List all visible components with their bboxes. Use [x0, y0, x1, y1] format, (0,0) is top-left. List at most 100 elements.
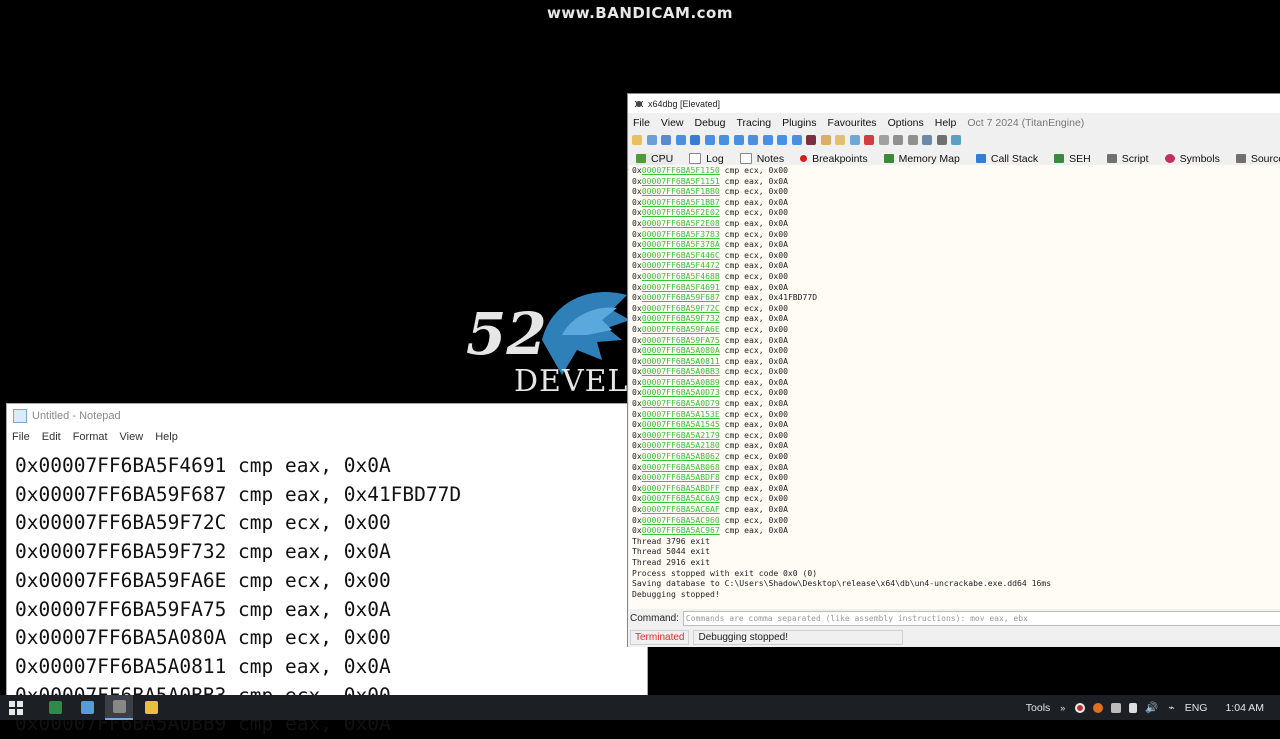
pencil-icon[interactable]: [820, 134, 831, 145]
trace-into-icon[interactable]: [733, 134, 744, 145]
tab-notes[interactable]: Notes: [739, 153, 784, 165]
execute-till-return-icon[interactable]: [762, 134, 773, 145]
tab-symbols[interactable]: Symbols: [1164, 153, 1220, 165]
dbg-menu-file[interactable]: File: [633, 117, 650, 129]
language-indicator[interactable]: ENG: [1185, 702, 1208, 714]
log-address-link[interactable]: 00007FF6BA5F1BB0: [642, 186, 720, 196]
run-icon[interactable]: [675, 134, 686, 145]
taskbar-app-x64dbg[interactable]: [105, 695, 133, 720]
taskbar-app-notepad[interactable]: [73, 695, 101, 720]
tab-memory-map[interactable]: Memory Map: [883, 153, 960, 165]
log-address-link[interactable]: 00007FF6BA5A2180: [642, 440, 720, 450]
x64dbg-title-bar[interactable]: x64dbg [Elevated]: [628, 94, 1280, 113]
tab-log[interactable]: Log: [689, 153, 724, 165]
strings-icon[interactable]: [907, 134, 918, 145]
hash-icon[interactable]: [893, 134, 903, 145]
log-address-link[interactable]: 00007FF6BA5F1150: [642, 165, 720, 175]
stop-icon[interactable]: [661, 134, 671, 145]
network-icon[interactable]: ⌁: [1168, 702, 1174, 714]
log-address-link[interactable]: 00007FF6BA59F732: [642, 313, 720, 323]
battery-icon[interactable]: [1129, 702, 1138, 713]
chevron-right-icon[interactable]: »: [1060, 703, 1065, 713]
log-address-link[interactable]: 00007FF6BA5ABDFF: [642, 483, 720, 493]
run-to-selection-icon[interactable]: [791, 134, 802, 145]
log-address-link[interactable]: 00007FF6BA5A0D73: [642, 387, 720, 397]
log-address-link[interactable]: 00007FF6BA5F4472: [642, 260, 720, 270]
notepad-menu-format[interactable]: Format: [73, 431, 108, 443]
dbg-menu-help[interactable]: Help: [935, 117, 957, 129]
dbg-menu-plugins[interactable]: Plugins: [782, 117, 816, 129]
log-address-link[interactable]: 00007FF6BA5F468B: [642, 271, 720, 281]
usb-icon[interactable]: [1111, 702, 1122, 713]
tab-seh[interactable]: SEH: [1054, 153, 1091, 165]
log-address-link[interactable]: 00007FF6BA5F2E02: [642, 207, 720, 217]
log-address-link[interactable]: 00007FF6BA5A0811: [642, 356, 720, 366]
log-address-link[interactable]: 00007FF6BA5AC6A9: [642, 493, 720, 503]
log-address-link[interactable]: 00007FF6BA59F687: [642, 292, 720, 302]
log-address-link[interactable]: 00007FF6BA5F446C: [642, 250, 720, 260]
log-address-link[interactable]: 00007FF6BA5F4691: [642, 282, 720, 292]
log-address-link[interactable]: 00007FF6BA5A0BB3: [642, 366, 720, 376]
log-address-link[interactable]: 00007FF6BA5AC6AF: [642, 504, 720, 514]
notepad-menu-help[interactable]: Help: [155, 431, 178, 443]
volume-icon[interactable]: 🔊: [1145, 701, 1158, 714]
log-address-link[interactable]: 00007FF6BA5A2179: [642, 430, 720, 440]
notepad-menu-file[interactable]: File: [12, 431, 30, 443]
log-address-link[interactable]: 00007FF6BA5AB062: [642, 451, 720, 461]
memory-icon[interactable]: [806, 134, 816, 145]
step-over-icon[interactable]: [719, 134, 729, 145]
patch-icon[interactable]: [922, 134, 932, 145]
notepad-menu-view[interactable]: View: [120, 431, 144, 443]
windows-start-icon[interactable]: [9, 700, 23, 715]
tab-script[interactable]: Script: [1106, 153, 1149, 165]
bookmark-icon[interactable]: [864, 134, 874, 145]
tab-cpu[interactable]: CPU: [636, 152, 674, 165]
function-icon[interactable]: [878, 134, 889, 145]
log-address-link[interactable]: 00007FF6BA5AB068: [642, 462, 720, 472]
x64dbg-window[interactable]: x64dbg [Elevated] File View Debug Tracin…: [627, 93, 1280, 647]
clock[interactable]: 1:04 AM: [1225, 702, 1264, 714]
log-address-link[interactable]: 00007FF6BA5A153E: [642, 409, 720, 419]
log-address-link[interactable]: 00007FF6BA5F3783: [642, 229, 720, 239]
globe-icon[interactable]: [951, 134, 961, 145]
log-address-link[interactable]: 00007FF6BA5AC960: [642, 515, 720, 525]
log-address-link[interactable]: 00007FF6BA5ABDF8: [642, 472, 720, 482]
log-address-link[interactable]: 00007FF6BA5A0D79: [642, 398, 720, 408]
step-into-icon[interactable]: [704, 134, 715, 145]
dbg-menu-debug[interactable]: Debug: [695, 117, 726, 129]
command-input[interactable]: Commands are comma separated (like assem…: [682, 611, 1280, 626]
pause-icon[interactable]: [690, 134, 700, 145]
log-address-link[interactable]: 00007FF6BA5F2E08: [642, 218, 720, 228]
dbg-menu-tracing[interactable]: Tracing: [736, 117, 771, 129]
open-icon[interactable]: [632, 134, 642, 145]
calculator-icon[interactable]: [936, 134, 947, 145]
notepad-menu-edit[interactable]: Edit: [42, 431, 61, 443]
log-address-link[interactable]: 00007FF6BA5A0BB9: [642, 377, 720, 387]
log-address-link[interactable]: 00007FF6BA5AC967: [642, 525, 720, 535]
tab-source[interactable]: Source: [1235, 153, 1280, 165]
log-address-link[interactable]: 00007FF6BA59F72C: [642, 303, 720, 313]
log-address-link[interactable]: 00007FF6BA5F1151: [642, 176, 720, 186]
notepad-window[interactable]: Untitled - Notepad File Edit Format View…: [6, 403, 648, 735]
execute-till-user-code-icon[interactable]: [777, 134, 787, 145]
comment-icon[interactable]: [835, 134, 845, 145]
log-address-link[interactable]: 00007FF6BA5F378A: [642, 239, 720, 249]
link-icon[interactable]: [849, 134, 860, 145]
search-icon[interactable]: [1093, 702, 1104, 713]
trace-over-icon[interactable]: [748, 134, 758, 145]
dbg-menu-favourites[interactable]: Favourites: [828, 117, 877, 129]
log-address-link[interactable]: 00007FF6BA59FA6E: [642, 324, 720, 334]
log-address-link[interactable]: 00007FF6BA5A1545: [642, 419, 720, 429]
log-view[interactable]: 0x00007FF6BA5F1150 cmp ecx, 0x00 0x00007F…: [629, 165, 1280, 609]
restart-icon[interactable]: [646, 134, 657, 145]
log-address-link[interactable]: 00007FF6BA5A080A: [642, 345, 720, 355]
tab-call-stack[interactable]: Call Stack: [975, 153, 1038, 165]
dbg-menu-view[interactable]: View: [661, 117, 684, 129]
log-address-link[interactable]: 00007FF6BA59FA75: [642, 335, 720, 345]
tab-breakpoints[interactable]: Breakpoints: [800, 153, 868, 165]
taskbar-app-explorer[interactable]: [137, 695, 165, 720]
tools-label[interactable]: Tools: [1026, 702, 1051, 714]
record-icon[interactable]: [1075, 702, 1086, 713]
taskbar-app-1[interactable]: [41, 695, 69, 720]
log-address-link[interactable]: 00007FF6BA5F1BB7: [642, 197, 720, 207]
